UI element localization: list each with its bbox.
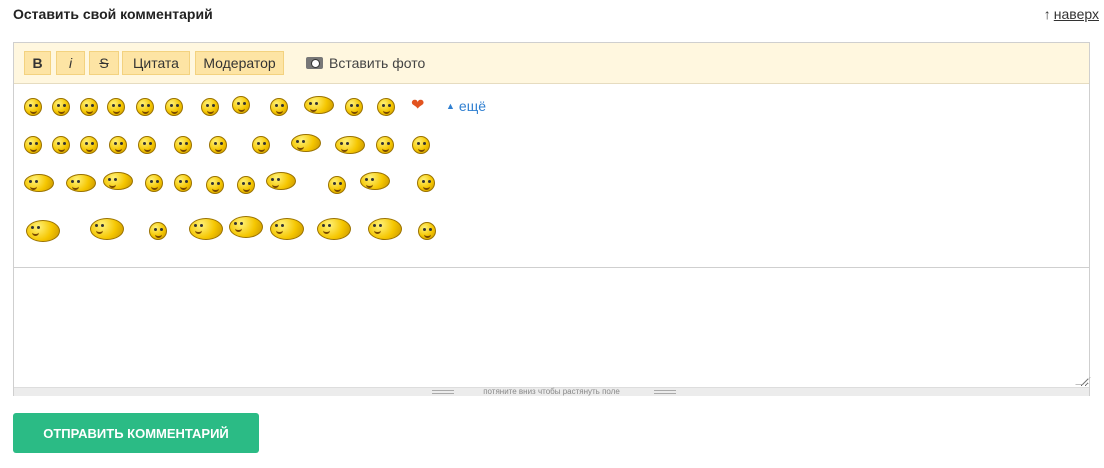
triangle-up-icon: ▲ xyxy=(446,101,455,111)
cake-smiley-icon[interactable] xyxy=(270,218,304,240)
comment-editor: B i S Цитата Модератор Вставить фото ❤ ▲… xyxy=(13,42,1091,396)
comment-header: Оставить свой комментарий ↑ наверх xyxy=(13,6,1099,26)
comment-textarea[interactable] xyxy=(14,268,1089,387)
grin-smiley-icon[interactable] xyxy=(107,98,125,116)
drinking-smiley-icon[interactable] xyxy=(174,136,192,154)
girl-smiley-icon[interactable] xyxy=(232,96,250,114)
waving-smiley-icon[interactable] xyxy=(209,136,227,154)
bored-smiley-icon[interactable] xyxy=(270,98,288,116)
formatting-toolbar: B i S Цитата Модератор Вставить фото xyxy=(14,43,1089,84)
smiley-panel: ❤ ▲ ещё xyxy=(14,84,1089,268)
clover-smiley-icon[interactable] xyxy=(360,172,390,190)
arrow-up-icon: ↑ xyxy=(1043,6,1051,22)
camera-icon xyxy=(306,57,323,69)
smile-icon[interactable] xyxy=(24,98,42,116)
wink-smiley-icon[interactable] xyxy=(80,98,98,116)
crying-smiley-icon[interactable] xyxy=(103,172,133,190)
thinking-smiley-icon[interactable] xyxy=(377,98,395,116)
smiley-icon[interactable] xyxy=(328,176,346,194)
smiley-icon[interactable] xyxy=(138,136,156,154)
reading-smiley-icon[interactable] xyxy=(335,136,365,154)
insert-photo-button[interactable]: Вставить фото xyxy=(306,53,425,73)
scroll-to-top-link[interactable]: ↑ наверх xyxy=(1044,6,1099,22)
submit-comment-button[interactable]: ОТПРАВИТЬ КОММЕНТАРИЙ xyxy=(13,413,259,453)
insert-photo-label: Вставить фото xyxy=(329,55,426,71)
cool-smiley-icon[interactable] xyxy=(24,136,42,154)
stretch-handle[interactable]: потяните вниз чтобы растянуть поле xyxy=(14,387,1089,396)
smiley-icon[interactable] xyxy=(252,136,270,154)
hello-smiley-icon[interactable] xyxy=(417,174,435,192)
smiley-icon[interactable] xyxy=(80,136,98,154)
hug-smiley-icon[interactable] xyxy=(26,220,60,242)
smiley-icon[interactable] xyxy=(237,176,255,194)
surprised-smiley-icon[interactable] xyxy=(345,98,363,116)
smiley-icon[interactable] xyxy=(149,222,167,240)
drinking-smiley-icon[interactable] xyxy=(418,222,436,240)
smiley-icon[interactable] xyxy=(24,174,54,192)
scroll-to-top-label: наверх xyxy=(1053,6,1099,22)
girl-smiley-icon[interactable] xyxy=(291,134,321,152)
bold-button[interactable]: B xyxy=(24,51,51,75)
laugh-smiley-icon[interactable] xyxy=(165,98,183,116)
devil-smiley-icon[interactable] xyxy=(66,174,96,192)
grip-lines-icon xyxy=(654,390,676,394)
italic-button[interactable]: i xyxy=(56,51,85,75)
smiley-icon[interactable] xyxy=(174,174,192,192)
flowers-smiley-icon[interactable] xyxy=(368,218,402,240)
comment-input-wrapper xyxy=(14,268,1091,387)
smiley-icon[interactable] xyxy=(145,174,163,192)
thumbs-up-smiley-icon[interactable] xyxy=(136,98,154,116)
quote-button[interactable]: Цитата xyxy=(122,51,190,75)
smiley-icon[interactable] xyxy=(52,136,70,154)
blush-smiley-icon[interactable] xyxy=(201,98,219,116)
sos-smiley-icon[interactable] xyxy=(90,218,124,240)
stretch-hint: потяните вниз чтобы растянуть поле xyxy=(483,387,620,396)
smiley-icon[interactable] xyxy=(412,136,430,154)
strikethrough-button[interactable]: S xyxy=(89,51,119,75)
more-smileys-link[interactable]: ▲ ещё xyxy=(446,98,486,114)
girl-smiley-icon[interactable] xyxy=(189,218,223,240)
bride-smiley-icon[interactable] xyxy=(317,218,351,240)
smiley-icon[interactable] xyxy=(206,176,224,194)
rose-smiley-icon[interactable] xyxy=(376,136,394,154)
moderator-button[interactable]: Модератор xyxy=(195,51,284,75)
pointing-smiley-icon[interactable] xyxy=(266,172,296,190)
dancing-smiley-icon[interactable] xyxy=(304,96,334,114)
more-smileys-label: ещё xyxy=(458,98,487,114)
smiley-icon[interactable] xyxy=(109,136,127,154)
heart-icon[interactable]: ❤ xyxy=(411,98,424,114)
page-title: Оставить свой комментарий xyxy=(13,6,213,22)
girl-smiley-icon[interactable] xyxy=(229,216,263,238)
sad-smiley-icon[interactable] xyxy=(52,98,70,116)
